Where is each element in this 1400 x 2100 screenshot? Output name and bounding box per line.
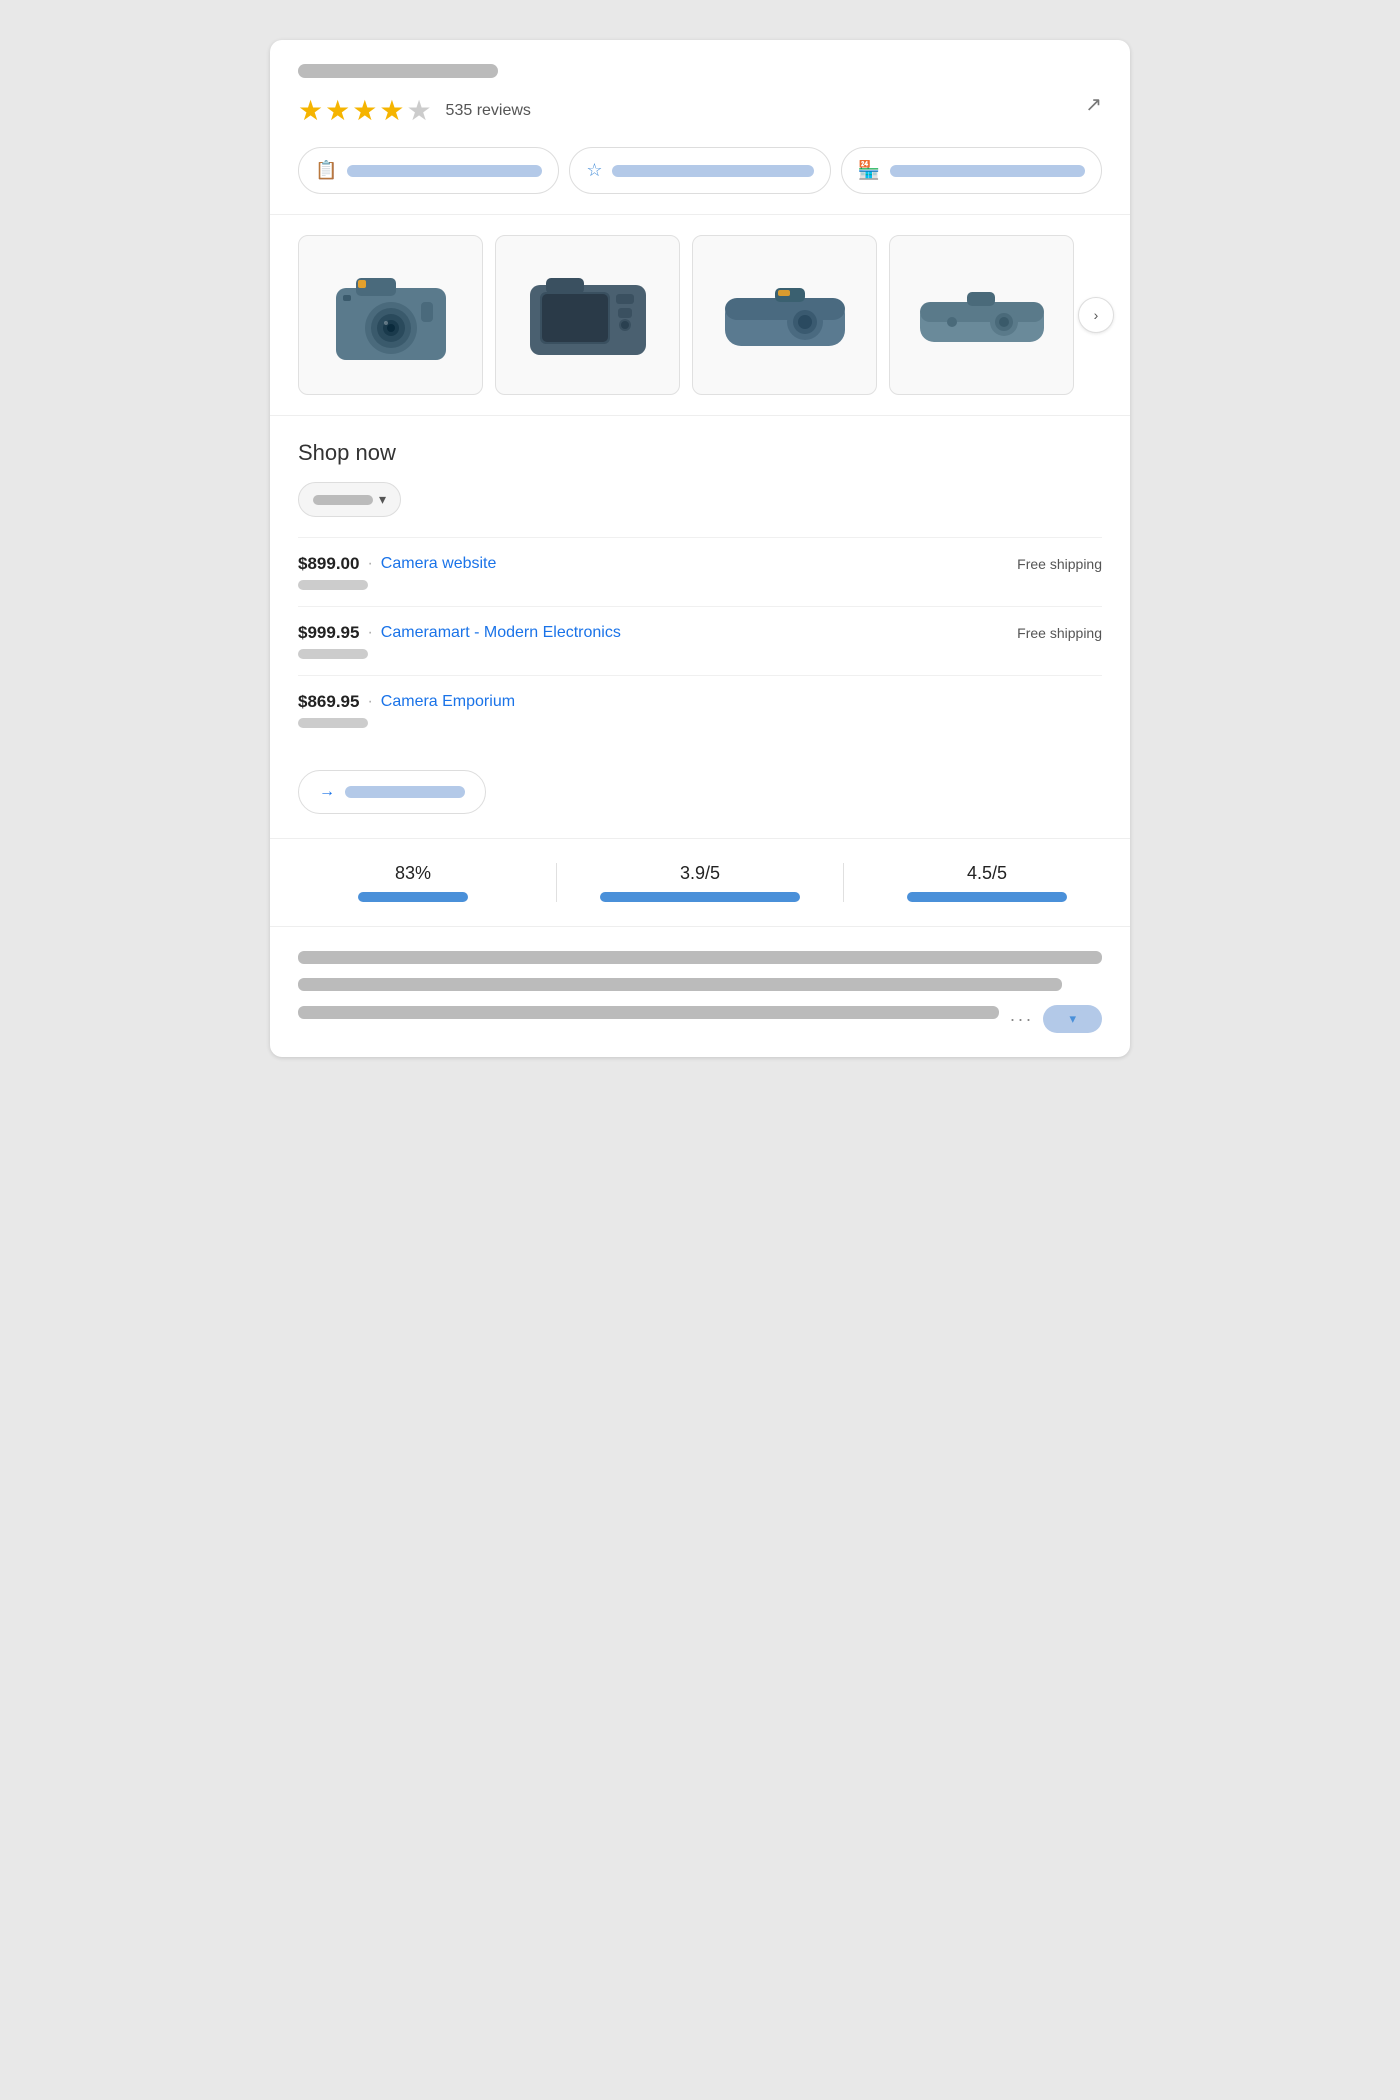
shop-section: Shop now ▾ $899.00 · Camera website Free… (270, 416, 1130, 839)
product-card: ★ ★ ★ ★ ★ 535 reviews ↗ 📋 ☆ 🏪 (270, 40, 1130, 1057)
stat-1-value: 83% (395, 863, 431, 884)
store-button[interactable]: 🏪 (841, 147, 1102, 194)
more-text-bar (345, 786, 465, 798)
filter-text-bar (313, 495, 373, 505)
listing-1: $899.00 · Camera website Free shipping (298, 537, 1102, 606)
stat-1-bar (358, 892, 468, 902)
more-results-button[interactable]: → (298, 770, 486, 814)
image-thumb-3[interactable] (692, 235, 877, 395)
listing-1-dot: · (367, 555, 372, 573)
image-thumb-4[interactable] (889, 235, 1074, 395)
details-button[interactable]: 📋 (298, 147, 559, 194)
ellipsis-icon: ··· (1009, 1009, 1033, 1030)
filter-button[interactable]: ▾ (298, 482, 401, 517)
text-line-3 (298, 1006, 999, 1019)
image-thumb-1[interactable] (298, 235, 483, 395)
text-line-1 (298, 951, 1102, 964)
stats-section: 83% 3.9/5 4.5/5 (270, 839, 1130, 927)
image-thumb-2[interactable] (495, 235, 680, 395)
stat-3: 4.5/5 (844, 863, 1130, 902)
store-icon: 🏪 (858, 160, 880, 181)
share-icon[interactable]: ↗ (1085, 92, 1102, 117)
review-count: 535 reviews (446, 102, 531, 120)
listing-2-shipping: Free shipping (1017, 625, 1102, 641)
listing-1-name[interactable]: Camera website (381, 555, 497, 573)
more-arrow-icon: → (319, 783, 335, 801)
listing-3-dot: · (367, 693, 372, 711)
listing-1-top: $899.00 · Camera website Free shipping (298, 554, 1102, 574)
listing-2-price-name: $999.95 · Cameramart - Modern Electronic… (298, 623, 621, 643)
expand-button[interactable]: ▾ (1043, 1005, 1102, 1033)
listing-2-name[interactable]: Cameramart - Modern Electronics (381, 624, 621, 642)
listing-2-dot: · (367, 624, 372, 642)
listing-1-price-name: $899.00 · Camera website (298, 554, 496, 574)
star-2: ★ (325, 94, 350, 127)
stars: ★ ★ ★ ★ ★ (298, 94, 432, 127)
star-5: ★ (406, 94, 431, 127)
text-line-3-row: ··· ▾ (298, 1005, 1102, 1033)
stat-1: 83% (270, 863, 557, 902)
star-1: ★ (298, 94, 323, 127)
camera-back-svg (518, 260, 658, 370)
save-button[interactable]: ☆ (569, 147, 830, 194)
store-label-bar (890, 165, 1085, 177)
stat-2-bar (600, 892, 800, 902)
text-line-2 (298, 978, 1062, 991)
listing-2-top: $999.95 · Cameramart - Modern Electronic… (298, 623, 1102, 643)
action-buttons: 📋 ☆ 🏪 (298, 147, 1102, 194)
images-section: › (270, 215, 1130, 416)
save-label-bar (612, 165, 813, 177)
listing-1-sub (298, 580, 368, 590)
camera-side-svg (715, 260, 855, 370)
listing-3-sub (298, 718, 368, 728)
listing-1-price: $899.00 (298, 554, 359, 574)
listing-3: $869.95 · Camera Emporium (298, 675, 1102, 744)
image-grid (298, 235, 1102, 395)
listing-3-price-name: $869.95 · Camera Emporium (298, 692, 515, 712)
expand-label: ▾ (1059, 1009, 1086, 1029)
save-icon: ☆ (586, 160, 602, 181)
stat-3-value: 4.5/5 (967, 863, 1007, 884)
text-section: ··· ▾ (270, 927, 1130, 1057)
rating-section: ★ ★ ★ ★ ★ 535 reviews ↗ 📋 ☆ 🏪 (270, 40, 1130, 215)
star-3: ★ (352, 94, 377, 127)
listing-3-price: $869.95 (298, 692, 359, 712)
details-label-bar (347, 165, 542, 177)
rating-row: ★ ★ ★ ★ ★ 535 reviews (298, 94, 1102, 127)
listing-3-name[interactable]: Camera Emporium (381, 693, 515, 711)
listing-1-shipping: Free shipping (1017, 556, 1102, 572)
listing-2: $999.95 · Cameramart - Modern Electronic… (298, 606, 1102, 675)
camera-angle-svg (912, 260, 1052, 370)
listing-2-sub (298, 649, 368, 659)
stat-3-bar (907, 892, 1067, 902)
listing-3-top: $869.95 · Camera Emporium (298, 692, 1102, 712)
details-icon: 📋 (315, 160, 337, 181)
stat-2-value: 3.9/5 (680, 863, 720, 884)
listing-2-price: $999.95 (298, 623, 359, 643)
product-title-bar (298, 64, 498, 78)
stat-2: 3.9/5 (557, 863, 844, 902)
camera-front-svg (321, 260, 461, 370)
shop-title: Shop now (298, 440, 1102, 466)
star-4: ★ (379, 94, 404, 127)
next-image-button[interactable]: › (1078, 297, 1114, 333)
filter-chevron-icon: ▾ (379, 491, 386, 508)
